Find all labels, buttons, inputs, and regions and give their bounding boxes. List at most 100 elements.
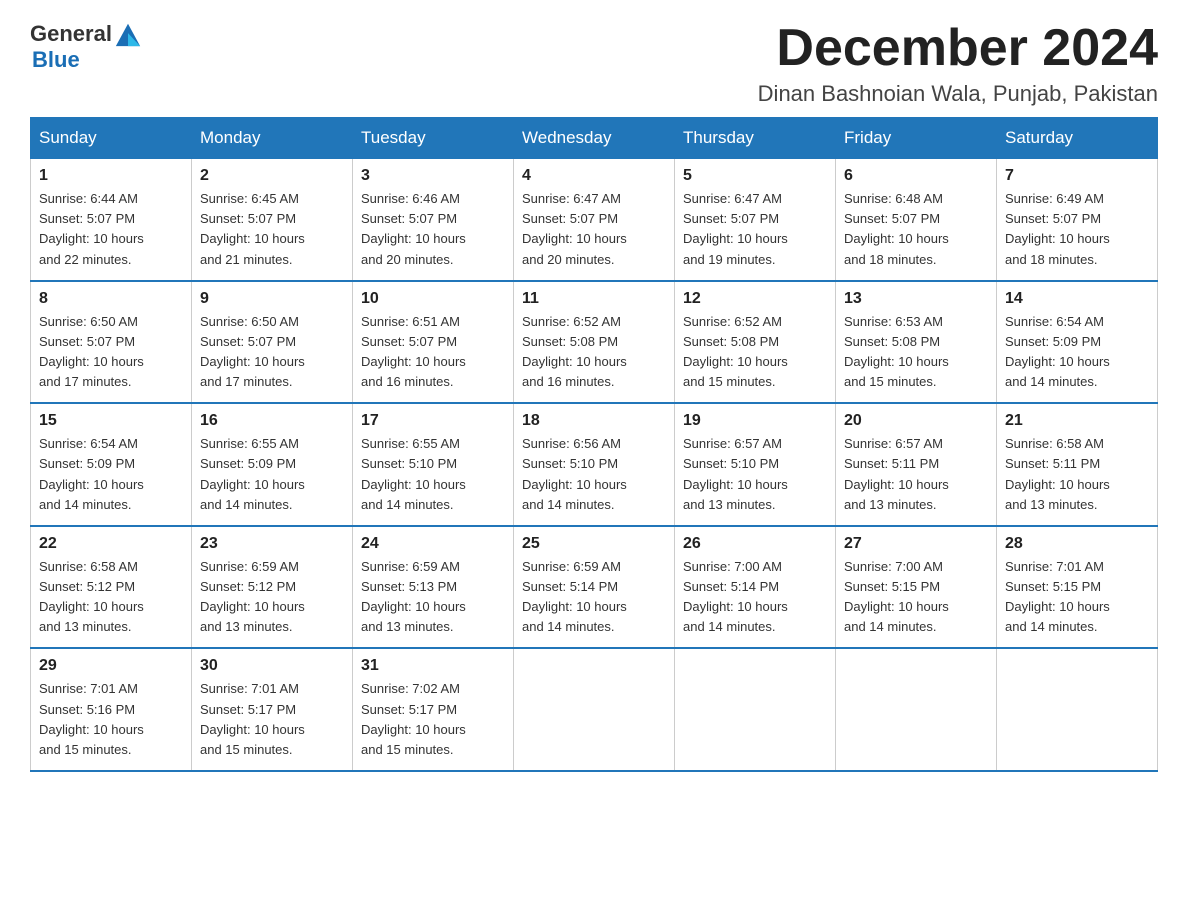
calendar-cell: 1 Sunrise: 6:44 AMSunset: 5:07 PMDayligh…	[31, 159, 192, 281]
day-number: 4	[522, 167, 666, 185]
day-number: 24	[361, 535, 505, 553]
day-number: 14	[1005, 290, 1149, 308]
day-number: 2	[200, 167, 344, 185]
day-number: 26	[683, 535, 827, 553]
calendar-cell: 25 Sunrise: 6:59 AMSunset: 5:14 PMDaylig…	[514, 526, 675, 649]
day-header-sunday: Sunday	[31, 118, 192, 159]
day-info: Sunrise: 6:50 AMSunset: 5:07 PMDaylight:…	[39, 314, 144, 389]
calendar-cell: 4 Sunrise: 6:47 AMSunset: 5:07 PMDayligh…	[514, 159, 675, 281]
day-number: 19	[683, 412, 827, 430]
day-number: 11	[522, 290, 666, 308]
day-number: 13	[844, 290, 988, 308]
day-number: 15	[39, 412, 183, 430]
day-number: 18	[522, 412, 666, 430]
calendar-cell	[836, 648, 997, 771]
calendar-cell: 30 Sunrise: 7:01 AMSunset: 5:17 PMDaylig…	[192, 648, 353, 771]
day-info: Sunrise: 6:54 AMSunset: 5:09 PMDaylight:…	[1005, 314, 1110, 389]
calendar-cell: 14 Sunrise: 6:54 AMSunset: 5:09 PMDaylig…	[997, 281, 1158, 404]
calendar-cell: 3 Sunrise: 6:46 AMSunset: 5:07 PMDayligh…	[353, 159, 514, 281]
day-header-thursday: Thursday	[675, 118, 836, 159]
day-number: 7	[1005, 167, 1149, 185]
day-info: Sunrise: 6:52 AMSunset: 5:08 PMDaylight:…	[683, 314, 788, 389]
calendar-cell: 31 Sunrise: 7:02 AMSunset: 5:17 PMDaylig…	[353, 648, 514, 771]
day-info: Sunrise: 7:01 AMSunset: 5:15 PMDaylight:…	[1005, 559, 1110, 634]
logo-text-general: General	[30, 22, 112, 46]
calendar-cell: 8 Sunrise: 6:50 AMSunset: 5:07 PMDayligh…	[31, 281, 192, 404]
day-header-monday: Monday	[192, 118, 353, 159]
calendar-cell: 13 Sunrise: 6:53 AMSunset: 5:08 PMDaylig…	[836, 281, 997, 404]
calendar-week-row: 22 Sunrise: 6:58 AMSunset: 5:12 PMDaylig…	[31, 526, 1158, 649]
day-info: Sunrise: 6:58 AMSunset: 5:11 PMDaylight:…	[1005, 436, 1110, 511]
day-info: Sunrise: 6:45 AMSunset: 5:07 PMDaylight:…	[200, 191, 305, 266]
day-info: Sunrise: 6:44 AMSunset: 5:07 PMDaylight:…	[39, 191, 144, 266]
day-number: 9	[200, 290, 344, 308]
calendar-header-row: SundayMondayTuesdayWednesdayThursdayFrid…	[31, 118, 1158, 159]
logo-text-blue: Blue	[32, 47, 80, 72]
calendar-week-row: 15 Sunrise: 6:54 AMSunset: 5:09 PMDaylig…	[31, 403, 1158, 526]
day-number: 6	[844, 167, 988, 185]
day-number: 1	[39, 167, 183, 185]
calendar-cell: 28 Sunrise: 7:01 AMSunset: 5:15 PMDaylig…	[997, 526, 1158, 649]
calendar-cell: 23 Sunrise: 6:59 AMSunset: 5:12 PMDaylig…	[192, 526, 353, 649]
day-info: Sunrise: 6:57 AMSunset: 5:10 PMDaylight:…	[683, 436, 788, 511]
calendar-cell: 11 Sunrise: 6:52 AMSunset: 5:08 PMDaylig…	[514, 281, 675, 404]
page-header: General Blue December 2024 Dinan Bashnoi…	[30, 20, 1158, 107]
day-info: Sunrise: 6:49 AMSunset: 5:07 PMDaylight:…	[1005, 191, 1110, 266]
calendar-cell	[675, 648, 836, 771]
calendar-cell: 27 Sunrise: 7:00 AMSunset: 5:15 PMDaylig…	[836, 526, 997, 649]
day-info: Sunrise: 6:51 AMSunset: 5:07 PMDaylight:…	[361, 314, 466, 389]
day-number: 22	[39, 535, 183, 553]
day-number: 8	[39, 290, 183, 308]
day-number: 3	[361, 167, 505, 185]
day-number: 20	[844, 412, 988, 430]
day-header-wednesday: Wednesday	[514, 118, 675, 159]
calendar-cell: 5 Sunrise: 6:47 AMSunset: 5:07 PMDayligh…	[675, 159, 836, 281]
day-info: Sunrise: 6:54 AMSunset: 5:09 PMDaylight:…	[39, 436, 144, 511]
location-text: Dinan Bashnoian Wala, Punjab, Pakistan	[758, 81, 1158, 107]
calendar-cell: 21 Sunrise: 6:58 AMSunset: 5:11 PMDaylig…	[997, 403, 1158, 526]
day-number: 28	[1005, 535, 1149, 553]
day-number: 12	[683, 290, 827, 308]
calendar-week-row: 1 Sunrise: 6:44 AMSunset: 5:07 PMDayligh…	[31, 159, 1158, 281]
calendar-cell: 26 Sunrise: 7:00 AMSunset: 5:14 PMDaylig…	[675, 526, 836, 649]
calendar-cell: 18 Sunrise: 6:56 AMSunset: 5:10 PMDaylig…	[514, 403, 675, 526]
calendar-cell: 16 Sunrise: 6:55 AMSunset: 5:09 PMDaylig…	[192, 403, 353, 526]
day-header-saturday: Saturday	[997, 118, 1158, 159]
calendar-cell: 19 Sunrise: 6:57 AMSunset: 5:10 PMDaylig…	[675, 403, 836, 526]
calendar-week-row: 8 Sunrise: 6:50 AMSunset: 5:07 PMDayligh…	[31, 281, 1158, 404]
calendar-cell	[997, 648, 1158, 771]
day-info: Sunrise: 6:46 AMSunset: 5:07 PMDaylight:…	[361, 191, 466, 266]
day-number: 10	[361, 290, 505, 308]
day-number: 23	[200, 535, 344, 553]
day-number: 17	[361, 412, 505, 430]
month-title: December 2024	[758, 20, 1158, 77]
calendar-cell: 22 Sunrise: 6:58 AMSunset: 5:12 PMDaylig…	[31, 526, 192, 649]
logo: General Blue	[30, 20, 142, 72]
day-number: 21	[1005, 412, 1149, 430]
calendar-cell	[514, 648, 675, 771]
day-info: Sunrise: 7:00 AMSunset: 5:15 PMDaylight:…	[844, 559, 949, 634]
day-header-tuesday: Tuesday	[353, 118, 514, 159]
day-info: Sunrise: 6:52 AMSunset: 5:08 PMDaylight:…	[522, 314, 627, 389]
day-number: 31	[361, 657, 505, 675]
day-info: Sunrise: 6:47 AMSunset: 5:07 PMDaylight:…	[522, 191, 627, 266]
day-number: 25	[522, 535, 666, 553]
calendar-week-row: 29 Sunrise: 7:01 AMSunset: 5:16 PMDaylig…	[31, 648, 1158, 771]
calendar-cell: 17 Sunrise: 6:55 AMSunset: 5:10 PMDaylig…	[353, 403, 514, 526]
day-info: Sunrise: 6:50 AMSunset: 5:07 PMDaylight:…	[200, 314, 305, 389]
day-info: Sunrise: 7:01 AMSunset: 5:16 PMDaylight:…	[39, 681, 144, 756]
calendar-cell: 29 Sunrise: 7:01 AMSunset: 5:16 PMDaylig…	[31, 648, 192, 771]
day-header-friday: Friday	[836, 118, 997, 159]
day-info: Sunrise: 6:53 AMSunset: 5:08 PMDaylight:…	[844, 314, 949, 389]
logo-icon	[114, 20, 142, 48]
day-info: Sunrise: 7:01 AMSunset: 5:17 PMDaylight:…	[200, 681, 305, 756]
day-info: Sunrise: 6:59 AMSunset: 5:12 PMDaylight:…	[200, 559, 305, 634]
day-info: Sunrise: 6:47 AMSunset: 5:07 PMDaylight:…	[683, 191, 788, 266]
calendar-cell: 10 Sunrise: 6:51 AMSunset: 5:07 PMDaylig…	[353, 281, 514, 404]
calendar-table: SundayMondayTuesdayWednesdayThursdayFrid…	[30, 117, 1158, 772]
title-area: December 2024 Dinan Bashnoian Wala, Punj…	[758, 20, 1158, 107]
day-number: 16	[200, 412, 344, 430]
calendar-cell: 9 Sunrise: 6:50 AMSunset: 5:07 PMDayligh…	[192, 281, 353, 404]
calendar-cell: 12 Sunrise: 6:52 AMSunset: 5:08 PMDaylig…	[675, 281, 836, 404]
day-info: Sunrise: 7:02 AMSunset: 5:17 PMDaylight:…	[361, 681, 466, 756]
